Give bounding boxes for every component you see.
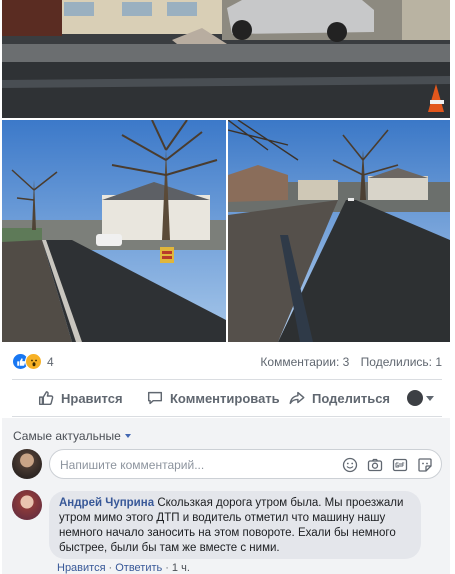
comment-timestamp[interactable]: 1 ч.: [172, 562, 190, 574]
comment-like-link[interactable]: Нравится: [57, 562, 106, 574]
thumbs-up-icon: [38, 391, 54, 406]
camera-icon[interactable]: [366, 456, 383, 473]
comment-input-icons: [341, 456, 433, 473]
post-photo-top[interactable]: [2, 0, 450, 118]
commenter-avatar[interactable]: [12, 490, 42, 520]
engagement-counts: Комментарии: 3 Поделились: 1: [260, 355, 442, 369]
sticker-icon[interactable]: [416, 456, 433, 473]
separator-dot: ·: [165, 562, 169, 574]
comment-reply-link[interactable]: Ответить: [115, 562, 162, 574]
chevron-down-icon: [124, 434, 131, 438]
comment-bubble: Андрей Чуприна Скользкая дорога утром бы…: [49, 491, 421, 559]
comments-count-link[interactable]: Комментарии: 3: [260, 355, 349, 369]
viewer-selector[interactable]: [407, 390, 434, 406]
like-button[interactable]: Нравится: [37, 389, 123, 407]
comment-input-box[interactable]: [49, 449, 442, 479]
viewer-avatar: [407, 390, 423, 406]
emoji-icon[interactable]: [341, 456, 358, 473]
share-icon: [289, 391, 305, 405]
post-photo-left[interactable]: [2, 120, 226, 342]
share-button-label: Поделиться: [312, 390, 391, 406]
post-actions: Нравится Комментировать Поделиться: [12, 382, 442, 414]
chevron-down-icon: [426, 395, 434, 401]
divider: [12, 379, 442, 380]
like-button-label: Нравится: [61, 390, 123, 406]
gif-icon[interactable]: [391, 456, 408, 473]
post-stats: 4 Комментарии: 3 Поделились: 1: [12, 352, 442, 374]
comment-sort-dropdown[interactable]: Самые актуальные: [13, 429, 131, 443]
post-photo-right[interactable]: [228, 120, 450, 342]
comment-meta: Нравится · Ответить · 1 ч.: [57, 562, 190, 574]
reactions-count: 4: [47, 354, 54, 369]
post: 4 Комментарии: 3 Поделились: 1 Нравится …: [0, 0, 455, 574]
wow-icon: [25, 353, 42, 370]
current-user-avatar[interactable]: [12, 449, 42, 479]
comment-sort-label: Самые актуальные: [13, 429, 121, 443]
comment-button[interactable]: Комментировать: [146, 389, 280, 407]
reactions-summary[interactable]: 4: [12, 353, 54, 370]
comment-input[interactable]: [60, 456, 330, 474]
separator-dot: ·: [108, 562, 113, 574]
shares-count-link[interactable]: Поделились: 1: [361, 355, 442, 369]
comment-icon: [147, 391, 163, 405]
comments-section: Самые актуальные А: [2, 418, 450, 574]
comment-author-link[interactable]: Андрей Чуприна: [59, 497, 154, 509]
comment-button-label: Комментировать: [170, 390, 280, 406]
share-button[interactable]: Поделиться: [288, 389, 390, 407]
divider: [12, 416, 442, 417]
